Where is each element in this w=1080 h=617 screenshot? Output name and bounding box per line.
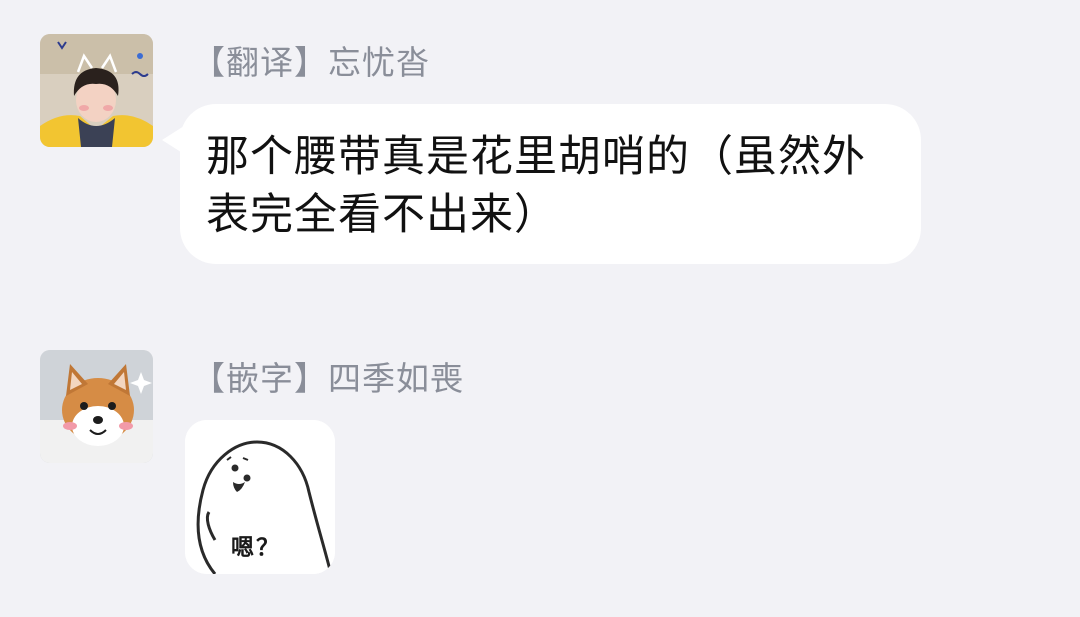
avatar[interactable] <box>40 34 153 147</box>
avatar-boy-icon <box>40 34 153 147</box>
sticker-caption: 嗯？ <box>231 535 281 561</box>
chat-view: 【翻译】忘忧沓 那个腰带真是花里胡哨的（虽然外表完全看不出来） 【嵌字】四季如喪… <box>0 0 1080 617</box>
message-bubble[interactable]: 那个腰带真是花里胡哨的（虽然外表完全看不出来） <box>180 104 921 264</box>
chat-message: 【翻译】忘忧沓 那个腰带真是花里胡哨的（虽然外表完全看不出来） <box>0 0 1080 300</box>
sender-name[interactable]: 【翻译】忘忧沓 <box>192 36 430 84</box>
avatar[interactable] <box>40 350 153 463</box>
avatar-dog-icon <box>40 350 153 463</box>
chat-message: 【嵌字】四季如喪 嗯？ <box>0 330 1080 617</box>
sender-name[interactable]: 【嵌字】四季如喪 <box>192 352 464 400</box>
message-text: 那个腰带真是花里胡哨的（虽然外表完全看不出来） <box>206 132 866 240</box>
sticker-message[interactable]: 嗯？ <box>185 420 335 574</box>
